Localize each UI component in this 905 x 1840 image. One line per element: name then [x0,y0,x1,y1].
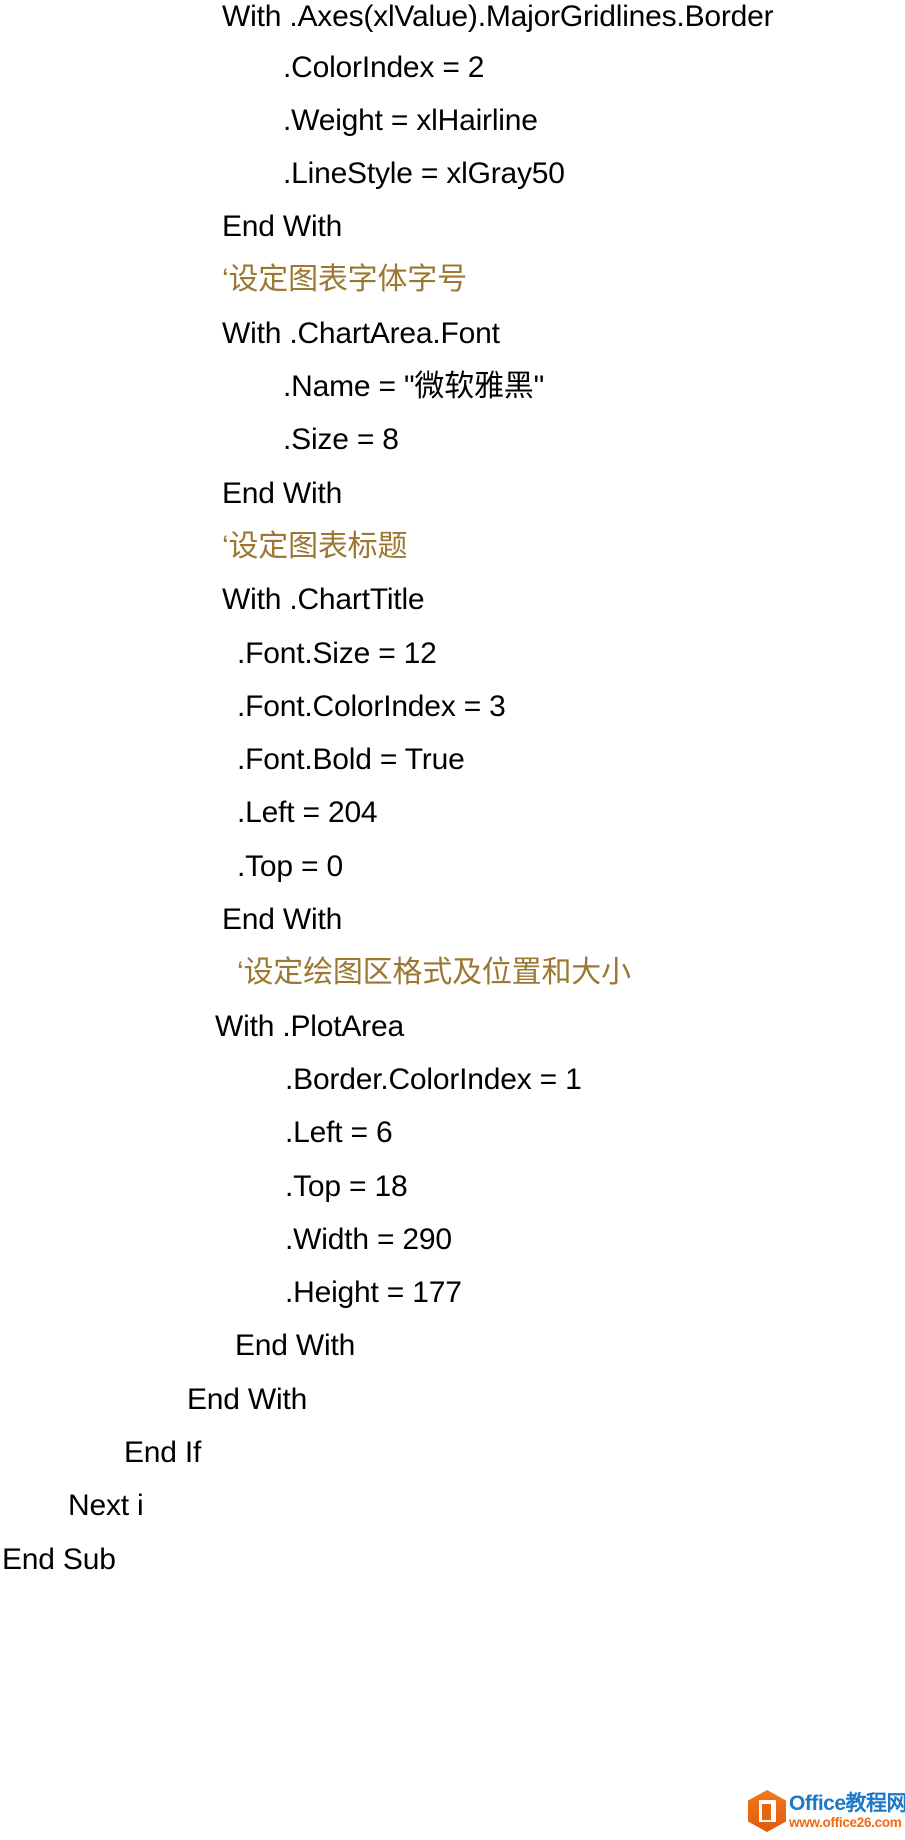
code-line: .Font.Bold = True [237,743,465,776]
code-line: .Name = "微软雅黑" [283,370,545,403]
site-watermark: Office教程网 www.office26.com [748,1789,905,1833]
code-line: .Height = 177 [285,1276,462,1309]
code-line: .ColorIndex = 2 [283,51,485,84]
vba-code-listing: With .Axes(xlValue).MajorGridlines.Borde… [0,0,905,1840]
watermark-site-url: www.office26.com [789,1814,902,1830]
code-comment-line: ‘设定图表字体字号 [222,263,467,296]
code-line: .Left = 6 [285,1116,393,1149]
code-line: End With [222,210,343,243]
code-line: End With [187,1383,308,1416]
code-line: With .Axes(xlValue).MajorGridlines.Borde… [222,0,774,33]
code-line: End If [124,1436,202,1469]
code-line: End Sub [2,1543,116,1576]
code-line: .LineStyle = xlGray50 [283,157,565,190]
code-line: .Left = 204 [237,796,378,829]
code-line: With .ChartArea.Font [222,317,500,350]
code-comment-line: ‘设定绘图区格式及位置和大小 [237,956,631,989]
code-line: With .ChartTitle [222,583,425,616]
code-line: End With [235,1329,356,1362]
watermark-site-name: Office教程网 [789,1791,905,1815]
watermark-text: Office教程网 www.office26.com [789,1793,905,1830]
code-line: .Width = 290 [285,1223,452,1256]
code-comment-line: ‘设定图表标题 [222,530,408,563]
code-line: End With [222,903,343,936]
code-line: Next i [68,1489,144,1522]
code-line: .Top = 0 [237,850,343,883]
code-line: .Font.ColorIndex = 3 [237,690,506,723]
code-line: .Weight = xlHairline [283,104,538,137]
code-line: .Border.ColorIndex = 1 [285,1063,582,1096]
office-hexagon-icon [748,1790,786,1832]
code-line: .Top = 18 [285,1170,408,1203]
code-line: .Font.Size = 12 [237,637,437,670]
code-line: End With [222,477,343,510]
code-line: With .PlotArea [215,1010,404,1043]
code-line: .Size = 8 [283,423,399,456]
